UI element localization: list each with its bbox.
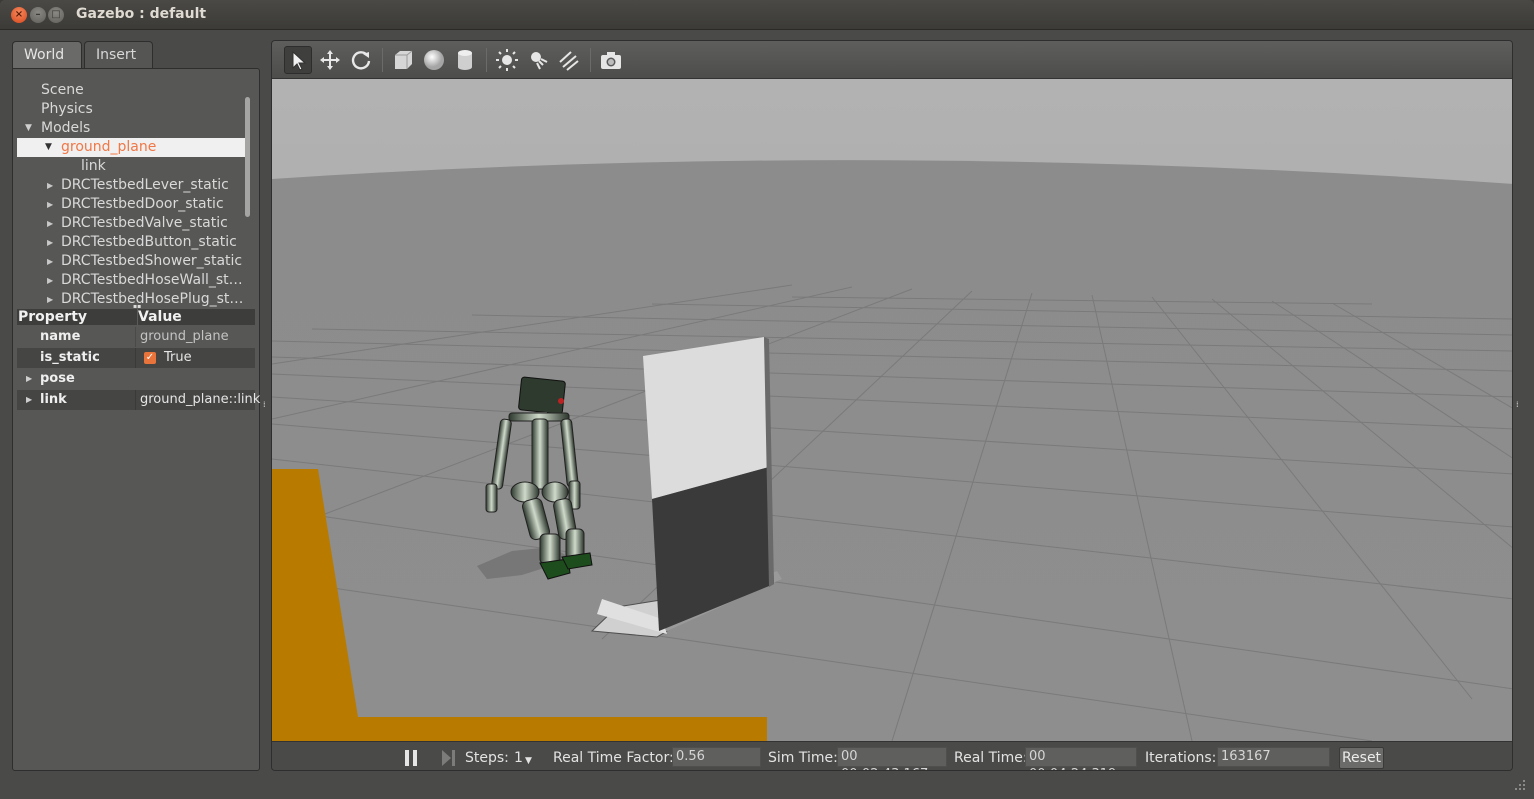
tab-insert[interactable]: Insert — [84, 41, 153, 69]
property-value: True — [164, 350, 192, 365]
title-bar: × – □ Gazebo : default — [0, 0, 1534, 30]
expand-arrow-icon[interactable]: ▼ — [25, 119, 32, 138]
screenshot-camera-icon[interactable] — [597, 46, 625, 74]
property-row-name[interactable]: name ground_plane — [17, 327, 255, 347]
viewport-toolbar — [272, 41, 1512, 79]
iterations-field: 163167 — [1217, 747, 1330, 767]
expand-arrow-icon[interactable]: ▶ — [26, 369, 32, 389]
tree-item-ground-plane[interactable]: ground_plane — [61, 138, 156, 157]
expand-arrow-icon[interactable]: ▼ — [45, 138, 52, 157]
right-splitter-handle[interactable]: ⁞ — [1516, 400, 1520, 412]
splitter-handle[interactable]: ▪▪ — [133, 303, 141, 310]
step-icon[interactable] — [442, 750, 456, 766]
real-time-field: 00 00:04:24.319 — [1025, 747, 1137, 770]
steps-dropdown-icon[interactable]: ▼ — [525, 752, 532, 770]
property-column-header: Property — [18, 309, 88, 325]
property-row-pose[interactable]: ▶ pose — [17, 369, 255, 389]
tree-scrollbar[interactable] — [245, 97, 250, 217]
point-light-icon[interactable] — [493, 46, 521, 74]
close-icon[interactable]: × — [11, 7, 27, 23]
left-splitter-handle[interactable]: ⁞ — [263, 400, 267, 412]
gazebo-window: × – □ Gazebo : default World Insert Scen… — [0, 0, 1534, 799]
tree-item-model[interactable]: DRCTestbedButton_static — [61, 233, 237, 252]
window-title: Gazebo : default — [76, 6, 207, 22]
property-value-cell: ✓ True — [135, 348, 255, 368]
collapse-arrow-icon[interactable]: ▶ — [47, 195, 53, 214]
property-value: ground_plane::link — [135, 390, 260, 410]
box-shape-icon[interactable] — [389, 46, 417, 74]
3d-scene-view[interactable] — [272, 79, 1513, 741]
tree-item-model[interactable]: DRCTestbedHosePlug_st… — [61, 290, 243, 309]
tree-item-physics[interactable]: Physics — [41, 100, 93, 119]
collapse-arrow-icon[interactable]: ▶ — [47, 214, 53, 233]
tree-item-model[interactable]: DRCTestbedShower_static — [61, 252, 242, 271]
tree-item-model[interactable]: DRCTestbedLever_static — [61, 176, 229, 195]
ground-plane — [272, 160, 1512, 741]
spot-light-icon[interactable] — [524, 46, 552, 74]
value-column-header: Value — [137, 309, 182, 329]
checkbox-checked-icon[interactable]: ✓ — [144, 352, 156, 364]
tree-item-link[interactable]: link — [81, 157, 106, 176]
tree-item-model[interactable]: DRCTestbedDoor_static — [61, 195, 224, 214]
tree-item-model[interactable]: DRCTestbedValve_static — [61, 214, 228, 233]
property-label: is_static — [40, 350, 100, 365]
select-arrow-icon[interactable] — [284, 46, 312, 74]
cylinder-shape-icon[interactable] — [451, 46, 479, 74]
expand-arrow-icon[interactable]: ▶ — [26, 390, 32, 410]
directional-light-icon[interactable] — [555, 46, 583, 74]
translate-icon[interactable] — [316, 46, 344, 74]
reset-button[interactable]: Reset — [1339, 747, 1384, 769]
iterations-label: Iterations: — [1145, 750, 1217, 766]
steps-label: Steps: — [465, 750, 509, 766]
property-label: name — [40, 329, 81, 344]
rtf-label: Real Time Factor: — [553, 750, 674, 766]
pause-icon[interactable] — [405, 750, 418, 766]
collapse-arrow-icon[interactable]: ▶ — [47, 176, 53, 195]
tree-item-models[interactable]: Models — [41, 119, 90, 138]
steps-value[interactable]: 1 — [514, 749, 523, 767]
sim-time-field: 00 00:02:43.167 — [837, 747, 947, 770]
property-row-link[interactable]: ▶ link ground_plane::link — [17, 390, 260, 410]
collapse-arrow-icon[interactable]: ▶ — [47, 252, 53, 271]
render-viewport-frame: Steps: 1 ▼ Real Time Factor: 0.56 Sim Ti… — [271, 40, 1513, 771]
sphere-shape-icon[interactable] — [420, 46, 448, 74]
rotate-icon[interactable] — [347, 46, 375, 74]
property-table-header: Property Value — [17, 309, 255, 329]
model-tree: Scene Physics ▼ Models ▼ ground_plane li… — [17, 75, 245, 307]
collapse-arrow-icon[interactable]: ▶ — [47, 271, 53, 290]
rtf-field: 0.56 — [672, 747, 761, 767]
real-time-label: Real Time: — [954, 750, 1028, 766]
world-panel: Scene Physics ▼ Models ▼ ground_plane li… — [12, 68, 260, 771]
simulation-status-bar: Steps: 1 ▼ Real Time Factor: 0.56 Sim Ti… — [272, 741, 1512, 770]
minimize-icon[interactable]: – — [30, 7, 46, 23]
property-label: link — [40, 392, 67, 407]
resize-grip-icon[interactable] — [1512, 776, 1526, 790]
tree-item-model[interactable]: DRCTestbedHoseWall_st… — [61, 271, 243, 290]
maximize-icon[interactable]: □ — [48, 7, 64, 23]
tab-world[interactable]: World — [12, 41, 82, 69]
property-value[interactable]: ground_plane — [135, 327, 255, 347]
sim-time-label: Sim Time: — [768, 750, 838, 766]
collapse-arrow-icon[interactable]: ▶ — [47, 233, 53, 252]
property-label: pose — [40, 371, 75, 386]
collapse-arrow-icon[interactable]: ▶ — [47, 290, 53, 309]
tree-item-scene[interactable]: Scene — [41, 81, 84, 100]
property-row-is-static[interactable]: is_static ✓ True — [17, 348, 255, 368]
